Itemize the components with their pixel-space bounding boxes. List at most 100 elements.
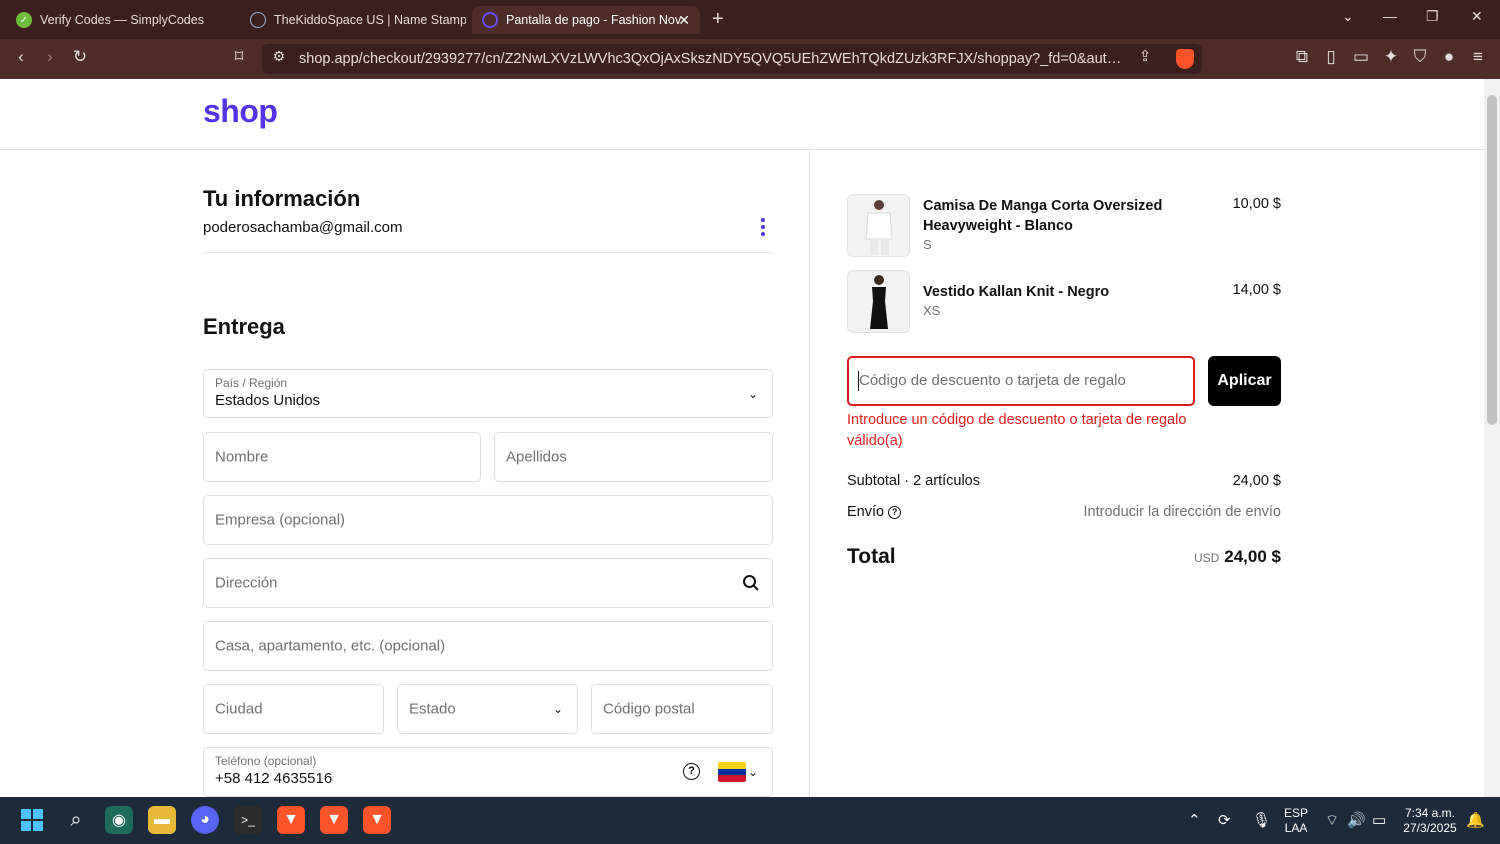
tab-checkout[interactable]: Pantalla de pago - Fashion Nov ✕ (472, 6, 700, 34)
product-name: Camisa De Manga Corta Oversized Heavywei… (923, 198, 1163, 234)
country-label: País / Región (215, 376, 288, 390)
city-field[interactable]: Ciudad (203, 684, 384, 734)
menu-icon[interactable]: ≡ (1467, 47, 1489, 67)
windows-taskbar: ⌕ ◉ ▬ ◕ >_ ▼ ▼ ▼ ⌃ ⟳ 🎙 ESP LAA ⌔ 🔊 ▭ 7:3… (0, 797, 1500, 844)
account-email: poderosachamba@gmail.com (203, 219, 403, 236)
volume-icon[interactable]: 🔊 (1347, 811, 1366, 829)
subtotal-value: 24,00 $ (1232, 473, 1281, 489)
brave-browser-icon[interactable]: ▼ (277, 806, 305, 834)
product-variant: S (923, 237, 932, 252)
company-placeholder: Empresa (opcional) (215, 511, 346, 529)
page-header: shop (0, 79, 1484, 150)
brave-browser-icon[interactable]: ▼ (363, 806, 391, 834)
forward-icon[interactable]: › (39, 47, 61, 67)
back-icon[interactable]: ‹ (10, 47, 32, 67)
product-price: 14,00 $ (1232, 282, 1281, 298)
cart-item: Camisa De Manga Corta Oversized Heavywei… (847, 194, 1281, 257)
tab-verify-codes[interactable]: ✓ Verify Codes — SimplyCodes (6, 6, 236, 34)
last-name-placeholder: Apellidos (506, 448, 567, 466)
info-title: Tu información (203, 186, 361, 211)
apartment-placeholder: Casa, apartamento, etc. (opcional) (215, 637, 446, 655)
venezuela-flag-icon[interactable] (718, 762, 746, 782)
address-field[interactable]: Dirección (203, 558, 773, 608)
sync-icon[interactable]: ⟳ (1218, 811, 1231, 829)
tab-title: Verify Codes — SimplyCodes (40, 13, 204, 27)
share-icon[interactable]: ⇪ (1134, 47, 1156, 65)
battery-icon[interactable]: ▭ (1372, 811, 1386, 829)
brave-browser-icon[interactable]: ▼ (320, 806, 348, 834)
shipping-info-icon[interactable]: ? (888, 505, 902, 519)
tab-title: TheKiddoSpace US | Name Stamps (274, 13, 466, 27)
time: 7:34 a.m. (1404, 806, 1456, 820)
show-hidden-icons-icon[interactable]: ⌃ (1188, 811, 1201, 829)
wifi-icon[interactable]: ⌔ (1325, 811, 1339, 830)
last-name-field[interactable]: Apellidos (494, 432, 773, 482)
url-text: shop.app/checkout/2939277/cn/Z2NwLXVzLWV… (299, 51, 1129, 67)
text-caret (858, 371, 859, 391)
close-window-icon[interactable]: ✕ (1471, 8, 1483, 25)
new-tab-icon[interactable]: + (712, 8, 724, 31)
date: 27/3/2025 (1403, 821, 1457, 835)
shop-logo[interactable]: shop (203, 93, 278, 130)
shipping-label: Envío (847, 504, 885, 520)
shipping-value: Introducir la dirección de envío (1083, 504, 1281, 520)
vpn-icon[interactable]: ⛉ (1409, 47, 1431, 67)
zip-placeholder: Código postal (603, 700, 695, 718)
wallet-icon[interactable]: ▭ (1350, 47, 1372, 67)
more-options-icon[interactable] (758, 218, 768, 238)
language-code: ESP (1283, 806, 1308, 820)
shop-favicon-icon (482, 12, 498, 28)
microphone-icon[interactable]: 🎙 (1252, 811, 1271, 829)
first-name-field[interactable]: Nombre (203, 432, 481, 482)
country-select[interactable]: País / Región Estados Unidos ⌄ (203, 369, 773, 418)
extensions-icon[interactable]: ⧉ (1291, 47, 1313, 67)
zip-field[interactable]: Código postal (591, 684, 773, 734)
simplycodes-favicon-icon: ✓ (16, 12, 32, 28)
vpn-app-icon[interactable]: ◉ (105, 806, 133, 834)
bookmark-icon[interactable]: ⌑ (228, 47, 250, 67)
address-placeholder: Dirección (215, 574, 278, 592)
scrollbar-thumb[interactable] (1487, 95, 1497, 425)
page-scrollbar[interactable] (1484, 79, 1500, 797)
minimize-icon[interactable]: — (1383, 8, 1397, 24)
tab-search-chevron-icon[interactable]: ⌄ (1342, 8, 1354, 25)
restore-icon[interactable]: ❐ (1426, 8, 1439, 25)
phone-label: Teléfono (opcional) (215, 754, 317, 768)
country-value: Estados Unidos (215, 392, 321, 409)
section-divider (203, 252, 773, 253)
address-bar[interactable]: ⚙ shop.app/checkout/2939277/cn/Z2NwLXVzL… (262, 44, 1202, 74)
product-price: 10,00 $ (1232, 196, 1281, 212)
product-image (847, 194, 910, 257)
close-tab-icon[interactable]: ✕ (678, 12, 690, 29)
total-label: Total (847, 545, 896, 568)
keyboard-language[interactable]: ESP LAA (1283, 806, 1309, 836)
tab-thekiddospace[interactable]: TheKiddoSpace US | Name Stamps (240, 6, 466, 34)
discount-code-input[interactable]: Código de descuento o tarjeta de regalo (847, 356, 1195, 406)
windows-start-icon[interactable] (18, 806, 46, 834)
profile-avatar-icon[interactable]: ● (1438, 47, 1460, 67)
clock[interactable]: 7:34 a.m. 27/3/2025 (1398, 806, 1462, 836)
discount-error: Introduce un código de descuento o tarje… (847, 412, 1187, 449)
sidebar-icon[interactable]: ▯ (1320, 47, 1342, 67)
reload-icon[interactable]: ↻ (69, 47, 91, 67)
search-icon[interactable] (742, 574, 760, 592)
chevron-down-icon: ⌄ (747, 386, 758, 401)
site-settings-icon[interactable]: ⚙ (268, 48, 290, 65)
file-explorer-icon[interactable]: ▬ (148, 806, 176, 834)
search-icon[interactable]: ⌕ (62, 806, 90, 834)
help-icon[interactable]: ? (683, 763, 700, 780)
leo-ai-icon[interactable]: ✦ (1380, 47, 1402, 67)
brave-shield-icon[interactable] (1176, 49, 1194, 69)
discount-placeholder: Código de descuento o tarjeta de regalo (859, 372, 1126, 389)
state-placeholder: Estado (409, 700, 456, 718)
globe-icon (250, 12, 266, 28)
notifications-icon[interactable]: 🔔 (1466, 811, 1485, 829)
phone-field[interactable]: Teléfono (opcional) +58 412 4635516 ? ⌄ (203, 747, 773, 797)
apply-button[interactable]: Aplicar (1208, 356, 1281, 406)
discord-icon[interactable]: ◕ (191, 806, 219, 834)
apartment-field[interactable]: Casa, apartamento, etc. (opcional) (203, 621, 773, 671)
terminal-icon[interactable]: >_ (234, 806, 262, 834)
state-select[interactable]: Estado ⌄ (397, 684, 578, 734)
browser-tab-strip: ✓ Verify Codes — SimplyCodes TheKiddoSpa… (0, 0, 1500, 39)
company-field[interactable]: Empresa (opcional) (203, 495, 773, 545)
